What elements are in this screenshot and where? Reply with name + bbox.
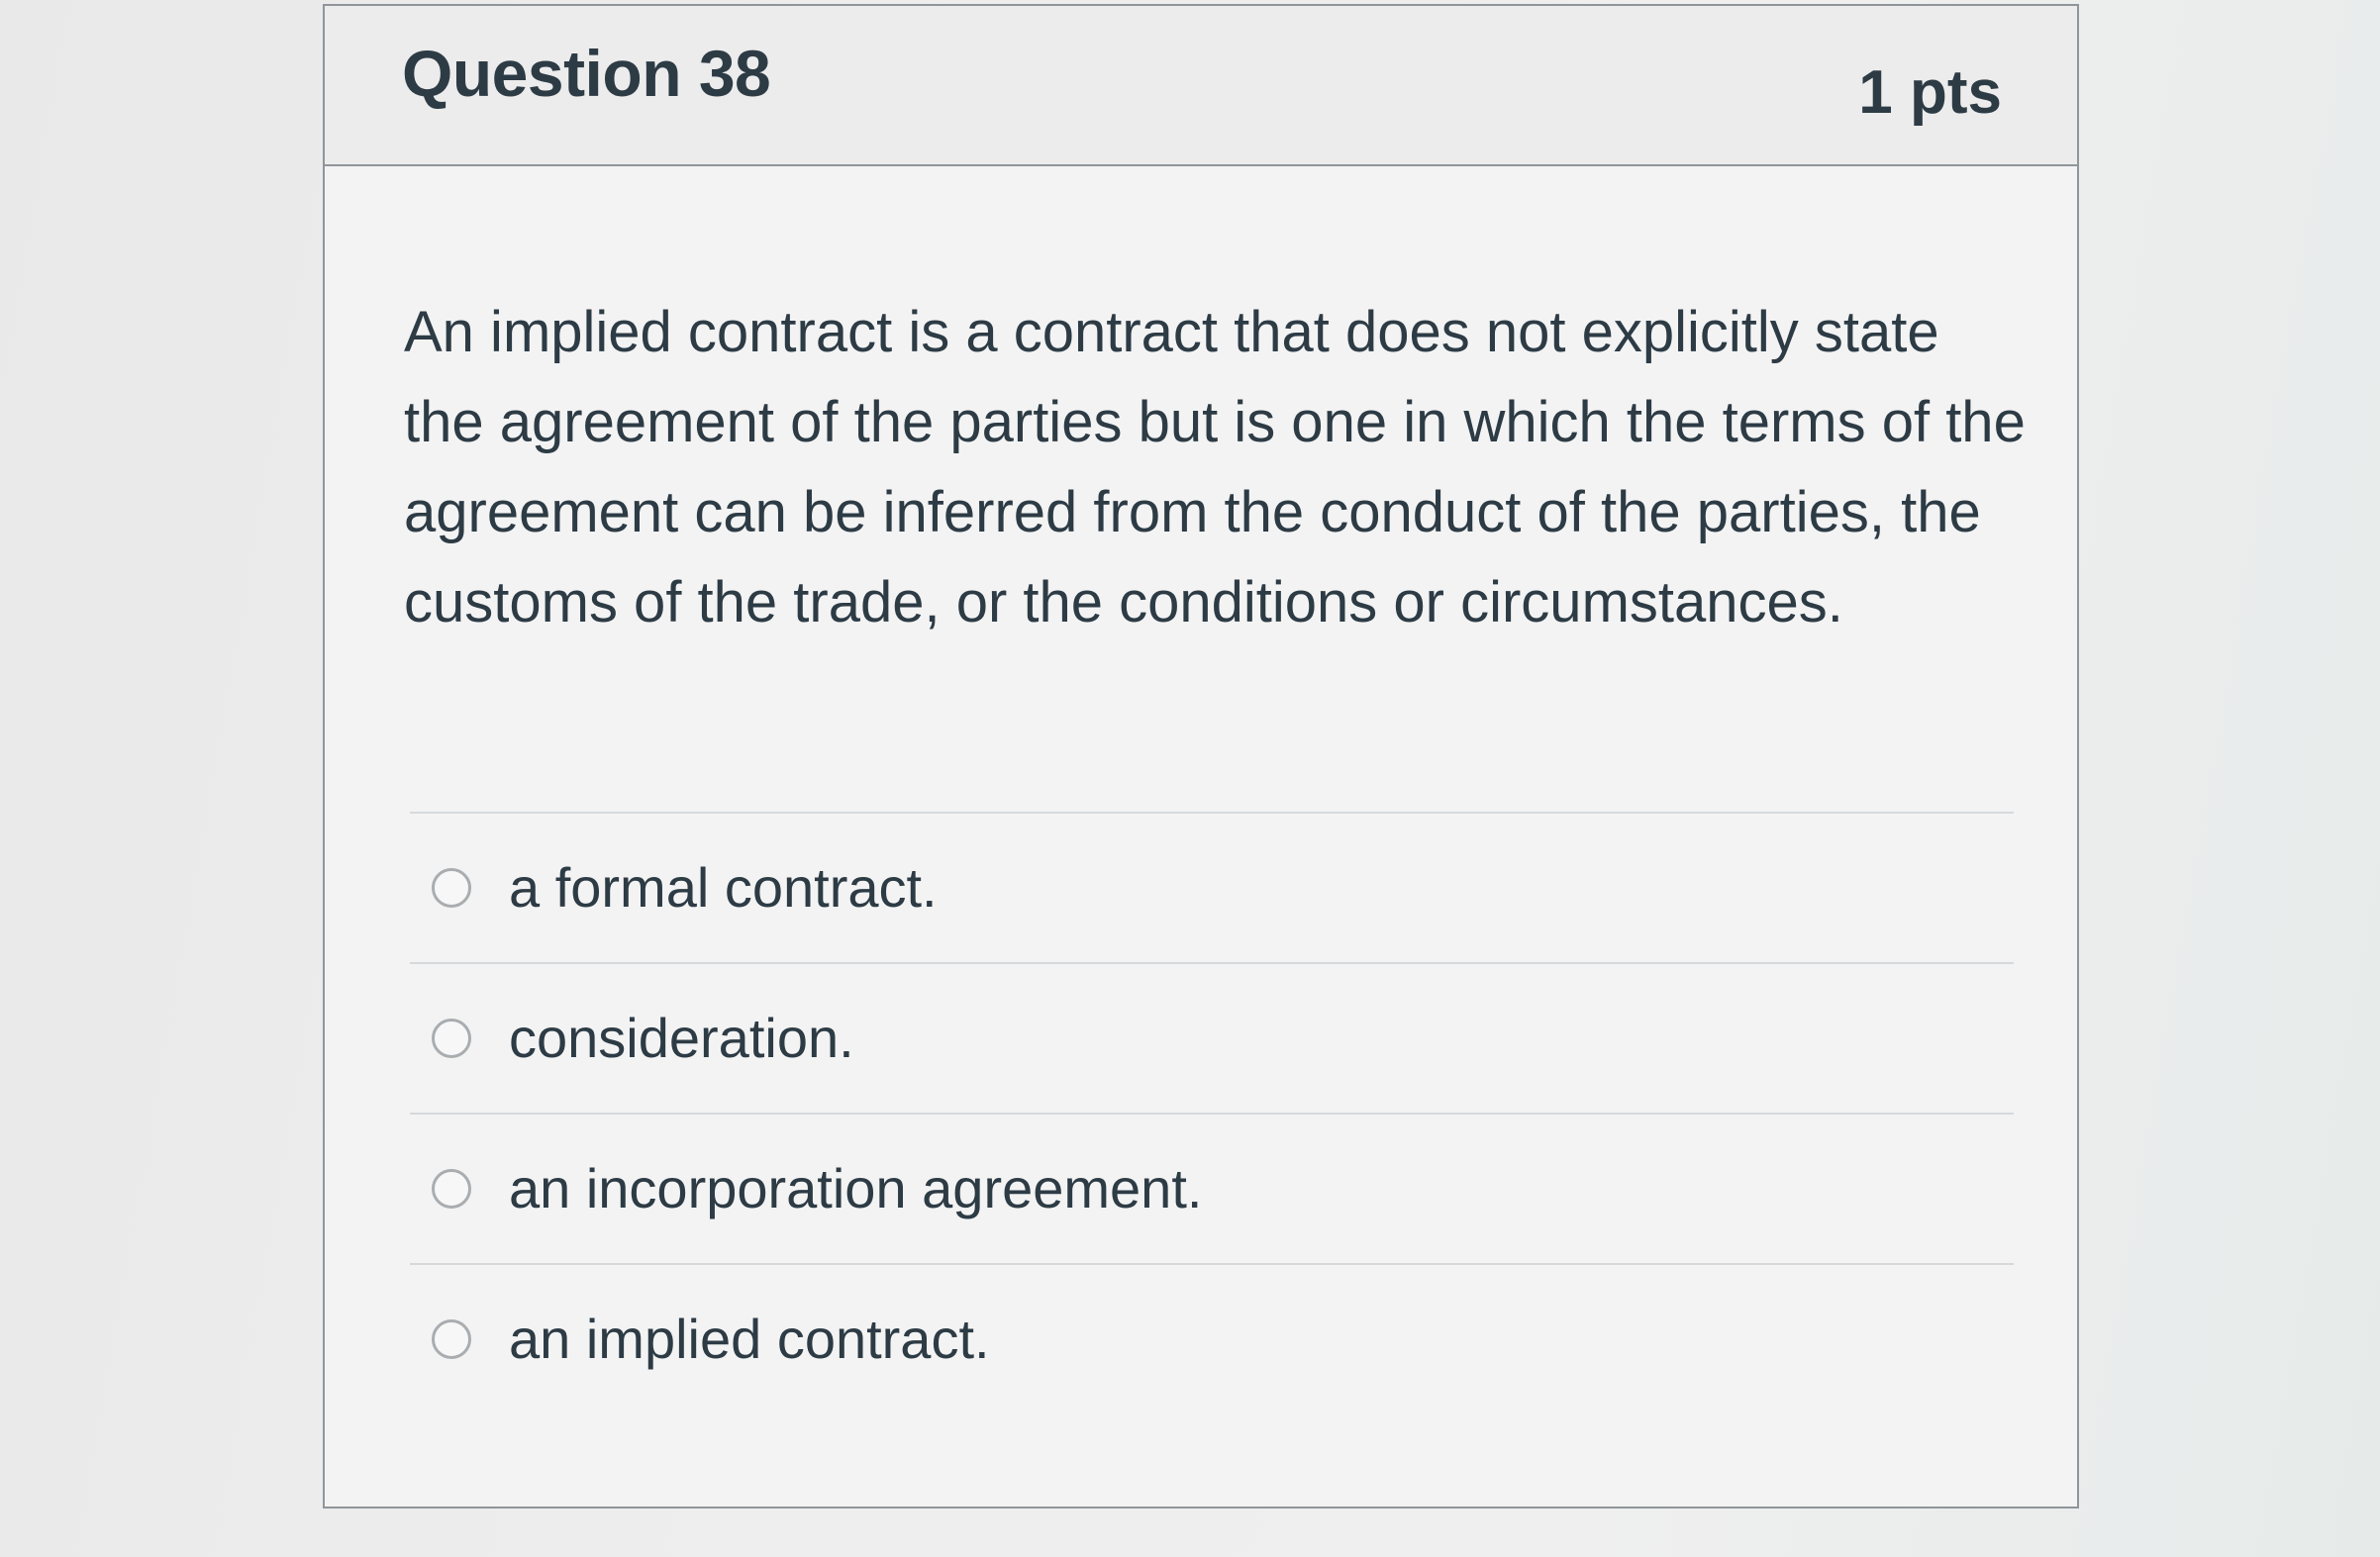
answer-option[interactable]: a formal contract. bbox=[410, 812, 2014, 962]
answer-list: a formal contract. consideration. an inc… bbox=[410, 812, 2014, 1413]
question-title: Question 38 bbox=[402, 37, 771, 110]
radio-button[interactable] bbox=[432, 1169, 471, 1209]
answer-label[interactable]: an incorporation agreement. bbox=[509, 1156, 1202, 1220]
answer-option[interactable]: an incorporation agreement. bbox=[410, 1113, 2014, 1263]
answer-label[interactable]: consideration. bbox=[509, 1006, 854, 1070]
radio-button[interactable] bbox=[432, 868, 471, 908]
question-header: Question 38 1 pts bbox=[325, 6, 2077, 166]
question-card: Question 38 1 pts An implied contract is… bbox=[323, 4, 2079, 1508]
question-points: 1 pts bbox=[1858, 58, 2002, 127]
answer-option[interactable]: consideration. bbox=[410, 962, 2014, 1113]
radio-button[interactable] bbox=[432, 1019, 471, 1058]
radio-button[interactable] bbox=[432, 1319, 471, 1359]
answer-label[interactable]: a formal contract. bbox=[509, 855, 938, 920]
question-text: An implied contract is a contract that d… bbox=[404, 300, 2026, 634]
answer-label[interactable]: an implied contract. bbox=[509, 1307, 990, 1371]
answer-option[interactable]: an implied contract. bbox=[410, 1263, 2014, 1413]
question-body: An implied contract is a contract that d… bbox=[325, 166, 2077, 1507]
